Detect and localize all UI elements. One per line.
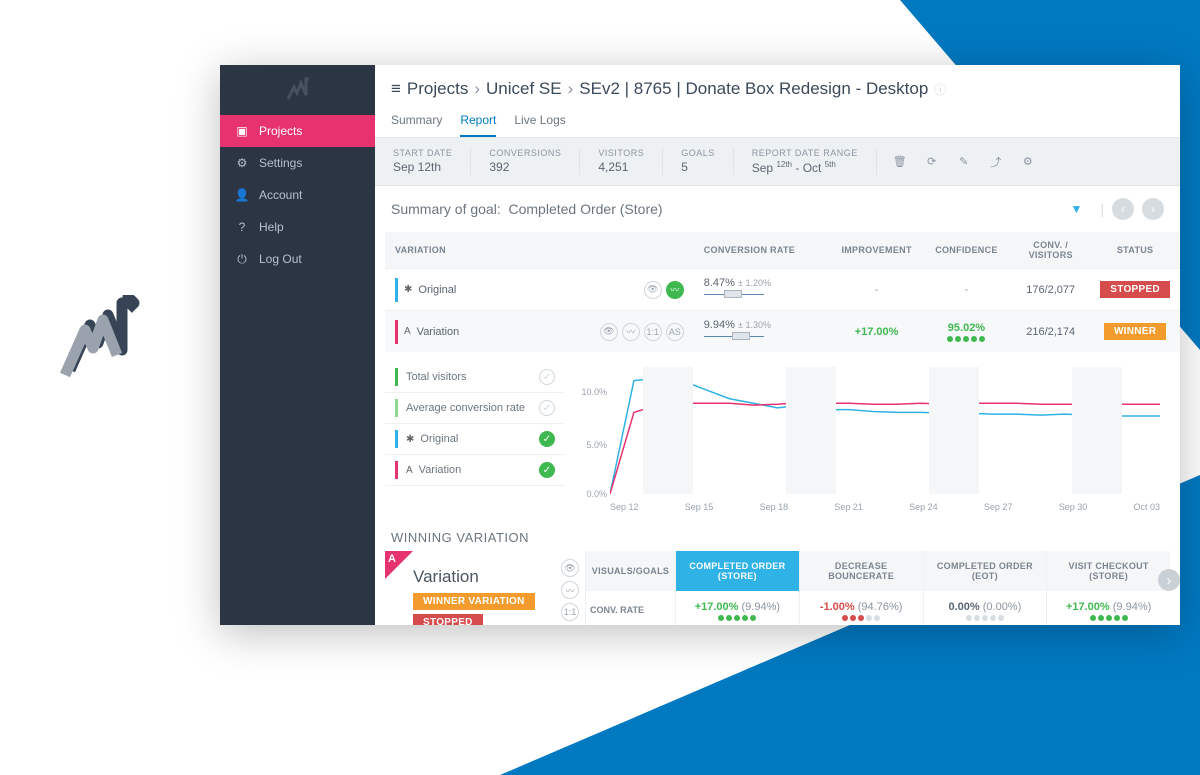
sidebar-item-label: Log Out xyxy=(259,252,302,266)
trash-icon[interactable]: 🗑 xyxy=(891,153,909,171)
eye-icon[interactable]: 👁 xyxy=(561,559,579,577)
next-goal-button[interactable]: › xyxy=(1142,198,1164,220)
stats-bar: START DATE Sep 12th CONVERSIONS 392 VISI… xyxy=(375,138,1180,186)
chart-legend: Total visitors ✓ Average conversion rate… xyxy=(385,362,565,512)
th-status: STATUS xyxy=(1090,232,1180,269)
conv-rate-label: CONV. RATE xyxy=(586,591,675,619)
stat-range: REPORT DATE RANGE Sep 12th - Oct 5th xyxy=(734,148,877,175)
main-panel: ≡ Projects › Unicef SE › SEv2 | 8765 | D… xyxy=(375,65,1180,625)
status-badge: STOPPED xyxy=(413,614,483,625)
sidebar-logo xyxy=(220,65,375,115)
chart-zone: Total visitors ✓ Average conversion rate… xyxy=(375,352,1180,518)
sidebar-item-account[interactable]: 👤 Account xyxy=(220,179,375,211)
sidebar-item-settings[interactable]: ⚙ Settings xyxy=(220,147,375,179)
breadcrumb-org[interactable]: Unicef SE xyxy=(486,79,562,99)
help-icon: ? xyxy=(235,220,249,234)
breadcrumb-project: SEv2 | 8765 | Donate Box Redesign - Desk… xyxy=(579,79,928,99)
sidebar-item-label: Help xyxy=(259,220,284,234)
sidebar-item-label: Account xyxy=(259,188,302,202)
check-icon[interactable]: ✓ xyxy=(539,400,555,416)
variations-table: VARIATION CONVERSION RATE IMPROVEMENT CO… xyxy=(385,232,1180,352)
sidebar-item-logout[interactable]: ⏻ Log Out xyxy=(220,243,375,275)
check-icon[interactable]: ✓ xyxy=(539,462,555,478)
power-icon: ⏻ xyxy=(235,252,249,266)
goals-visuals-header: VISUALS/GOALS xyxy=(586,551,675,591)
chart-icon[interactable]: 〰 xyxy=(666,281,684,299)
stat-visitors: VISITORS 4,251 xyxy=(580,148,663,175)
sidebar-item-label: Projects xyxy=(259,124,302,138)
split-icon[interactable]: 1:1 xyxy=(561,603,579,621)
goal-column[interactable]: COMPLETED ORDER (EOT)0.00% (0.00%) xyxy=(923,551,1047,625)
breadcrumb-root[interactable]: Projects xyxy=(407,79,468,99)
prev-goal-button[interactable]: ‹ xyxy=(1112,198,1134,220)
split-icon[interactable]: 1:1 xyxy=(644,323,662,341)
goal-column[interactable]: COMPLETED ORDER (STORE)+17.00% (9.94%) xyxy=(675,551,799,625)
check-icon[interactable]: ✓ xyxy=(539,369,555,385)
table-row: A Variation 👁 〰 1:1 AS 9.94% ± 1.30% xyxy=(385,311,1180,353)
table-row: ✱ Original 👁 〰 8.47% ± 1.20% - - 176/2,0… xyxy=(385,269,1180,311)
tab-livelogs[interactable]: Live Logs xyxy=(514,107,565,137)
winning-heading: WINNING VARIATION xyxy=(375,518,1180,551)
goal-summary-header: Summary of goal: Completed Order (Store)… xyxy=(375,186,1180,232)
legend-item[interactable]: Average conversion rate ✓ xyxy=(385,393,565,424)
stats-actions: 🗑 ⟳ ✎ ⤴ ⚙ xyxy=(877,148,1051,175)
stat-goals: GOALS 5 xyxy=(663,148,734,175)
status-badge: WINNER VARIATION xyxy=(413,593,535,610)
th-conf: CONFIDENCE xyxy=(922,232,1011,269)
goals-next-button[interactable]: › xyxy=(1158,569,1180,591)
legend-item[interactable]: Total visitors ✓ xyxy=(385,362,565,393)
variation-name: Original xyxy=(418,284,456,296)
tabs: Summary Report Live Logs xyxy=(375,107,1180,138)
status-badge: STOPPED xyxy=(1100,281,1170,298)
chart-icon[interactable]: 〰 xyxy=(561,581,579,599)
check-icon[interactable]: ✓ xyxy=(539,431,555,447)
th-cr: CONVERSION RATE xyxy=(694,232,832,269)
legend-item[interactable]: AVariation ✓ xyxy=(385,455,565,486)
legend-item[interactable]: ✱Original ✓ xyxy=(385,424,565,455)
eye-icon[interactable]: 👁 xyxy=(644,281,662,299)
goals-grid: COMPLETED ORDER (STORE)+17.00% (9.94%)DE… xyxy=(675,551,1170,625)
as-icon[interactable]: AS xyxy=(666,323,684,341)
th-imp: IMPROVEMENT xyxy=(831,232,921,269)
eye-icon[interactable]: 👁 xyxy=(600,323,618,341)
folder-icon: ▣ xyxy=(235,124,249,138)
stat-conversions: CONVERSIONS 392 xyxy=(471,148,580,175)
th-variation: VARIATION xyxy=(385,232,694,269)
hamburger-icon[interactable]: ≡ xyxy=(391,79,401,99)
share-icon[interactable]: ⤴ xyxy=(987,153,1005,171)
variation-name: Variation xyxy=(417,326,460,338)
winning-variation-card: A 👁 〰 1:1 AS Variation WINNER VARIATION … xyxy=(385,551,585,625)
goal-column[interactable]: VISIT CHECKOUT (STORE)+17.00% (9.94%) xyxy=(1046,551,1170,625)
stat-start-date: START DATE Sep 12th xyxy=(375,148,471,175)
info-icon[interactable]: ⓘ xyxy=(934,81,946,98)
brand-logo xyxy=(60,295,140,390)
winning-row: A 👁 〰 1:1 AS Variation WINNER VARIATION … xyxy=(375,551,1180,625)
sidebar-item-label: Settings xyxy=(259,156,302,170)
sidebar-item-projects[interactable]: ▣ Projects xyxy=(220,115,375,147)
goal-column[interactable]: DECREASE BOUNCERATE-1.00% (94.76%) xyxy=(799,551,923,625)
refresh-icon[interactable]: ⟳ xyxy=(923,153,941,171)
tab-report[interactable]: Report xyxy=(460,107,496,137)
sidebar-item-help[interactable]: ? Help xyxy=(220,211,375,243)
edit-icon[interactable]: ✎ xyxy=(955,153,973,171)
goal-dropdown-icon[interactable]: ▼ xyxy=(1070,202,1082,216)
th-cv: CONV. / VISITORS xyxy=(1011,232,1090,269)
line-chart: 10.0% 5.0% 0.0% Sep 12Sep 15Sep 18Sep 21… xyxy=(575,362,1170,512)
breadcrumb: ≡ Projects › Unicef SE › SEv2 | 8765 | D… xyxy=(375,65,1180,107)
sliders-icon: ⚙ xyxy=(235,156,249,170)
chart-icon[interactable]: 〰 xyxy=(622,323,640,341)
sidebar: ▣ Projects ⚙ Settings 👤 Account ? Help ⏻… xyxy=(220,65,375,625)
gear-icon[interactable]: ⚙ xyxy=(1019,153,1037,171)
status-badge: WINNER xyxy=(1104,323,1166,340)
user-icon: 👤 xyxy=(235,188,249,202)
app-window: ▣ Projects ⚙ Settings 👤 Account ? Help ⏻… xyxy=(220,65,1180,625)
tab-summary[interactable]: Summary xyxy=(391,107,442,137)
